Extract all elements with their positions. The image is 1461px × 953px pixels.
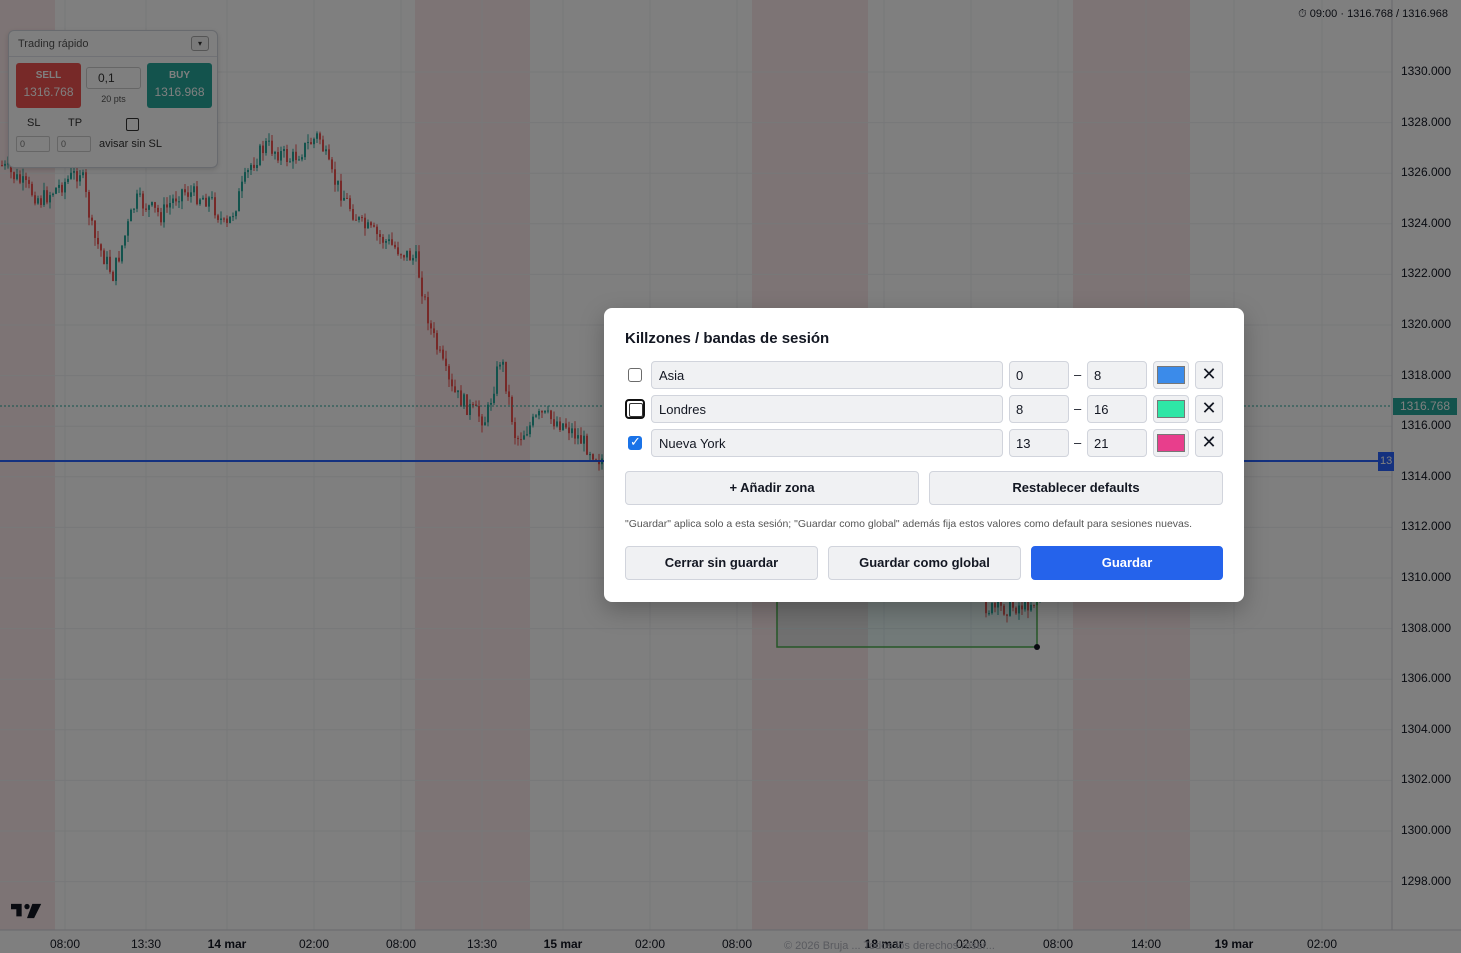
- zone-row-nueva-york: Nueva York 13 – 21 ✕: [625, 429, 1225, 457]
- zone-enabled-checkbox[interactable]: [628, 368, 642, 382]
- zone-start-input[interactable]: 8: [1009, 395, 1069, 423]
- zone-end-input[interactable]: 21: [1087, 429, 1147, 457]
- save-button[interactable]: Guardar: [1031, 546, 1223, 580]
- range-dash: –: [1074, 367, 1082, 382]
- zone-name-input[interactable]: Nueva York: [651, 429, 1003, 457]
- zone-row-londres: Londres 8 – 16 ✕: [625, 395, 1225, 423]
- zone-start-input[interactable]: 0: [1009, 361, 1069, 389]
- color-swatch: [1157, 434, 1185, 452]
- zone-end-input[interactable]: 16: [1087, 395, 1147, 423]
- color-swatch: [1157, 400, 1185, 418]
- killzones-dialog: Killzones / bandas de sesión Asia 0 – 8 …: [604, 308, 1244, 602]
- zone-start-input[interactable]: 13: [1009, 429, 1069, 457]
- zone-color-picker[interactable]: [1153, 395, 1189, 423]
- zone-end-input[interactable]: 8: [1087, 361, 1147, 389]
- zone-color-picker[interactable]: [1153, 361, 1189, 389]
- color-swatch: [1157, 366, 1185, 384]
- range-dash: –: [1074, 435, 1082, 450]
- add-zone-button[interactable]: + Añadir zona: [625, 471, 919, 505]
- zone-name-input[interactable]: Londres: [651, 395, 1003, 423]
- range-dash: –: [1074, 401, 1082, 416]
- close-icon[interactable]: ✕: [1195, 395, 1223, 423]
- zone-color-picker[interactable]: [1153, 429, 1189, 457]
- close-icon[interactable]: ✕: [1195, 429, 1223, 457]
- close-without-saving-button[interactable]: Cerrar sin guardar: [625, 546, 818, 580]
- zone-enabled-checkbox[interactable]: [628, 434, 642, 450]
- reset-defaults-button[interactable]: Restablecer defaults: [929, 471, 1223, 505]
- dialog-title: Killzones / bandas de sesión: [625, 330, 830, 347]
- zone-row-asia: Asia 0 – 8 ✕: [625, 361, 1225, 389]
- zone-name-input[interactable]: Asia: [651, 361, 1003, 389]
- save-help-note: "Guardar" aplica solo a esta sesión; "Gu…: [625, 518, 1193, 530]
- save-as-global-button[interactable]: Guardar como global: [828, 546, 1021, 580]
- zone-enabled-checkbox[interactable]: [625, 399, 645, 419]
- close-icon[interactable]: ✕: [1195, 361, 1223, 389]
